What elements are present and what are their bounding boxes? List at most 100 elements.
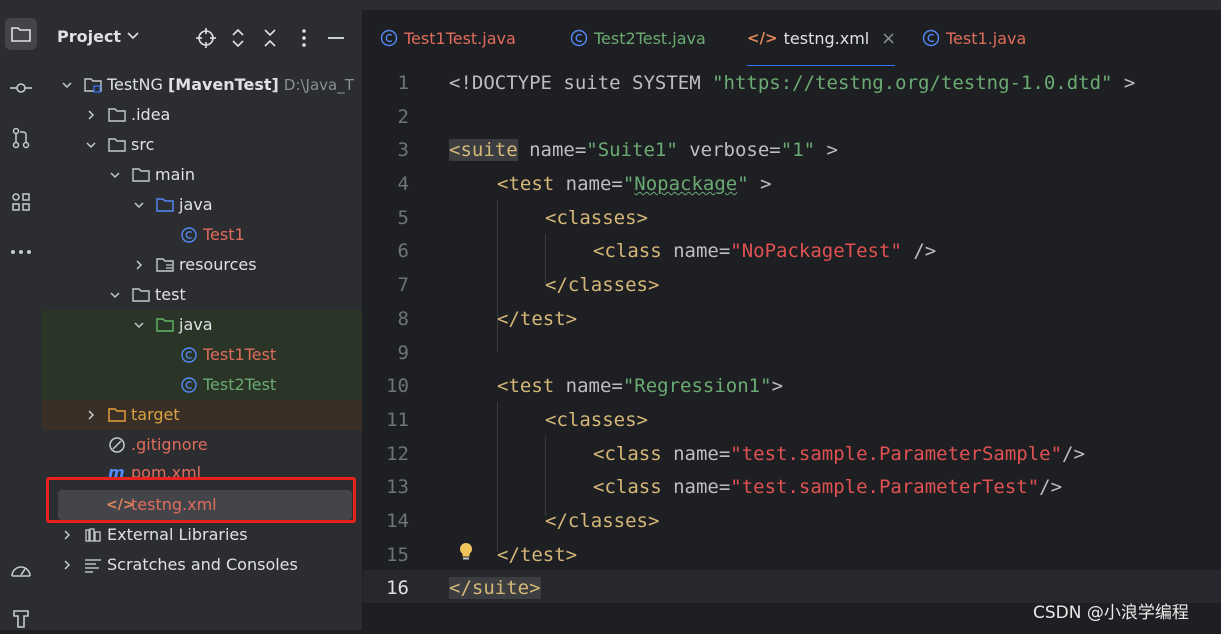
watermark: CSDN @小浪学编程 — [1033, 603, 1189, 623]
line-number: 12 — [386, 443, 409, 465]
line-number: 10 — [386, 375, 409, 397]
tree-item-resources[interactable]: resources — [42, 250, 362, 280]
project-panel-header: Project — [42, 10, 362, 66]
pull-requests-tool-button[interactable] — [5, 122, 37, 154]
module-folder-icon — [84, 78, 102, 93]
chevron-right-icon — [88, 110, 95, 120]
lightbulb-icon[interactable] — [458, 542, 474, 562]
pull-request-icon — [12, 127, 30, 149]
folder-icon — [132, 168, 150, 182]
line-number: 3 — [397, 139, 409, 161]
tree-item-test1[interactable]: Test1 — [42, 220, 362, 250]
hide-panel-button[interactable] — [326, 28, 346, 48]
chevron-down-icon — [62, 82, 72, 89]
tab-label: Test1Test.java — [404, 29, 516, 48]
commit-tool-button[interactable] — [5, 72, 37, 104]
xml-file-icon: </> — [747, 28, 778, 47]
line-number: 14 — [386, 510, 409, 532]
project-tool-button[interactable] — [5, 18, 37, 50]
tree-item-label: main — [155, 165, 195, 184]
chevron-right-icon — [136, 260, 143, 270]
tree-item-external-libraries[interactable]: External Libraries — [42, 520, 362, 550]
more-tools-button[interactable] — [5, 236, 37, 268]
tree-item-idea[interactable]: .idea — [42, 100, 362, 130]
editor-tabs: Test1Test.java Test2Test.java </> testng.… — [363, 10, 1221, 67]
tree-item-main-java[interactable]: java — [42, 190, 362, 220]
class-icon — [181, 377, 197, 393]
line-number: 11 — [386, 409, 409, 431]
tree-item-label: .gitignore — [131, 435, 208, 454]
folder-icon — [132, 288, 150, 302]
chevron-down-icon[interactable] — [127, 32, 139, 40]
project-panel: Project TestNG [MavenTest] D:\Java_T .id… — [42, 10, 363, 630]
tab-label: Test1.java — [946, 29, 1027, 48]
close-tab-icon[interactable]: × — [881, 10, 896, 68]
code-line-7: </classes> — [545, 274, 660, 296]
locate-file-button[interactable] — [196, 28, 216, 48]
tab-test1test[interactable]: Test1Test.java — [380, 10, 516, 66]
tree-item-src[interactable]: src — [42, 130, 362, 160]
tree-item-label: .idea — [131, 105, 171, 124]
collapse-all-icon — [264, 29, 276, 47]
tree-item-label: resources — [179, 255, 257, 274]
line-number-current: 16 — [386, 577, 409, 599]
minimize-icon — [328, 37, 344, 39]
tree-item-label: Test2Test — [203, 375, 277, 394]
tree-item-test[interactable]: test — [42, 280, 362, 310]
chevron-right-icon — [64, 530, 71, 540]
tree-item-gitignore[interactable]: .gitignore — [42, 430, 362, 460]
more-horizontal-icon — [11, 250, 31, 254]
tree-item-label: target — [131, 405, 180, 424]
code-line-10: <test name="Regression1"> — [497, 375, 784, 397]
line-number: 15 — [386, 544, 409, 566]
tree-item-label: src — [131, 135, 155, 154]
folder-icon — [108, 138, 126, 152]
structure-icon — [12, 193, 30, 211]
chevron-right-icon — [64, 560, 71, 570]
tab-test2test[interactable]: Test2Test.java — [570, 10, 706, 66]
tab-testng-xml[interactable]: </> testng.xml × — [747, 10, 896, 68]
source-folder-icon — [156, 198, 174, 212]
more-vertical-icon — [302, 29, 306, 47]
code-editor[interactable]: 1 2 3 4 5 6 7 8 9 10 11 12 13 14 15 16 <… — [363, 66, 1221, 630]
indent-guide — [497, 402, 498, 552]
line-number: 7 — [397, 274, 409, 296]
code-line-5: <classes> — [545, 207, 648, 229]
tree-item-test1test[interactable]: Test1Test — [42, 340, 362, 370]
code-line-15: </test> — [497, 544, 578, 566]
tree-item-main[interactable]: main — [42, 160, 362, 190]
tree-item-scratches[interactable]: Scratches and Consoles — [42, 550, 362, 580]
code-line-3: <suite name="Suite1" verbose="1" > — [449, 139, 838, 161]
chevron-down-icon — [110, 292, 120, 299]
tree-item-module[interactable]: TestNG [MavenTest] D:\Java_T — [42, 70, 362, 100]
code-line-4: <test name="Nopackage" > — [497, 173, 772, 195]
module-name: TestNG — [107, 75, 163, 94]
tree-item-label: java — [179, 195, 213, 214]
tree-item-target[interactable]: target — [42, 400, 362, 430]
profiler-tool-button[interactable] — [5, 554, 37, 586]
class-icon — [181, 227, 197, 243]
build-tool-button[interactable] — [5, 602, 37, 634]
line-number: 2 — [397, 106, 409, 128]
chevron-down-icon — [134, 322, 144, 329]
chevron-down-icon — [110, 172, 120, 179]
module-alias: [MavenTest] — [167, 75, 279, 94]
highlight-annotation-box — [46, 477, 356, 523]
line-number: 5 — [397, 207, 409, 229]
tree-item-label: External Libraries — [107, 525, 248, 544]
project-panel-title[interactable]: Project — [57, 27, 121, 46]
line-number: 6 — [397, 240, 409, 262]
expand-all-button[interactable] — [228, 28, 248, 48]
tree-item-test2test[interactable]: Test2Test — [42, 370, 362, 400]
tree-item-label: test — [155, 285, 186, 304]
tree-item-label: Test1 — [203, 225, 245, 244]
chevron-right-icon — [88, 410, 95, 420]
collapse-all-button[interactable] — [260, 28, 280, 48]
structure-tool-button[interactable] — [5, 186, 37, 218]
crosshair-icon — [196, 28, 216, 48]
options-menu-button[interactable] — [294, 28, 314, 48]
tab-test1[interactable]: Test1.java — [922, 10, 1026, 66]
tree-item-test-java[interactable]: java — [42, 310, 362, 340]
line-number: 9 — [397, 342, 409, 364]
ignore-file-icon — [109, 437, 125, 453]
